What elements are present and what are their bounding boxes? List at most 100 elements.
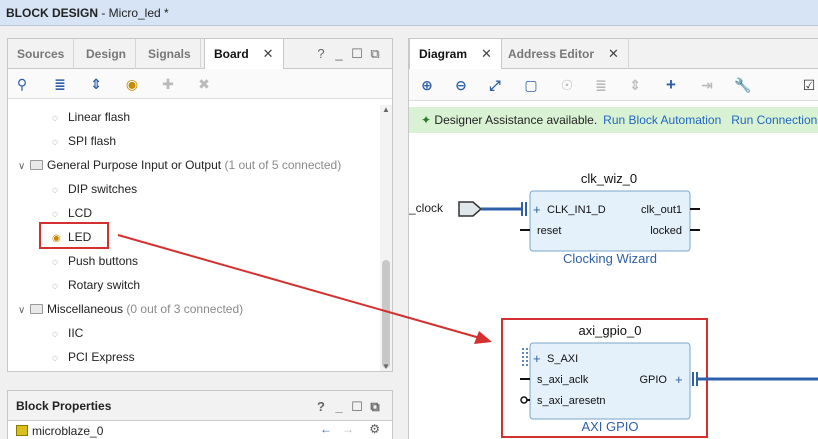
interface-icon: ◌ — [52, 257, 58, 268]
chevron-down-icon[interactable]: ∨ — [18, 155, 30, 179]
minimize-icon[interactable]: _ — [330, 46, 348, 61]
port-clk-out1: clk_out1 — [641, 204, 682, 216]
close-icon[interactable]: ✕ — [608, 46, 619, 61]
board-toolbar: ⚲ ≣ ⇕ ◉ ✚ ✖ — [8, 69, 392, 99]
designer-assistance-banner: ✦ Designer Assistance available. Run Bloc… — [409, 107, 818, 133]
wand-icon: ✦ — [421, 113, 432, 127]
block-properties-row: microblaze_0 ← → ⚙ — [8, 421, 392, 439]
maximize-icon[interactable]: ☐ — [348, 46, 366, 62]
zoom-out-icon[interactable]: ⊖ — [451, 75, 471, 95]
folder-icon — [30, 160, 43, 170]
float-icon[interactable]: ⧉ — [366, 399, 384, 415]
external-port-icon[interactable] — [458, 201, 483, 217]
interface-icon: ◌ — [52, 281, 58, 292]
scroll-down-icon[interactable]: ▼ — [380, 362, 392, 371]
float-icon[interactable]: ⧉ — [366, 46, 384, 62]
interface-icon: ◌ — [52, 185, 58, 196]
left-tab-bar: Sources Design Signals Board ✕ ? _ ☐ ⧉ — [8, 39, 392, 70]
tab-address-editor[interactable]: Address Editor ✕ — [499, 39, 629, 69]
close-icon[interactable]: ✕ — [481, 46, 492, 61]
port-s-axi-aclk: s_axi_aclk — [537, 374, 589, 386]
folder-icon — [30, 304, 43, 314]
diagram-panel: Diagram ✕ Address Editor ✕ ⊕ ⊖ ⤢ ▢ ☉ ≣ ⇕ +… — [408, 38, 818, 439]
app-title: BLOCK DESIGN — [6, 6, 99, 20]
remove-interface-icon[interactable]: ✖ — [194, 74, 214, 94]
interface-icon: ◌ — [52, 137, 58, 148]
expand-port-icon[interactable]: + — [675, 372, 683, 387]
window-controls: ? _ ☐ ⧉ — [312, 399, 384, 415]
tree-item-pci-express[interactable]: ◌ PCI Express — [52, 345, 135, 369]
zoom-fit-icon[interactable]: ⤢ — [485, 75, 505, 95]
tree-item-gpio-group[interactable]: ∨ General Purpose Input or Output (1 out … — [18, 153, 341, 177]
center-icon[interactable]: ☉ — [557, 75, 577, 95]
tree-item-misc-group[interactable]: ∨ Miscellaneous (0 out of 3 connected) — [18, 297, 243, 321]
expand-port-icon[interactable]: + — [533, 202, 541, 217]
expand-port-icon[interactable]: + — [533, 351, 541, 366]
tree-item-spi-flash[interactable]: ◌ SPI flash — [52, 129, 116, 153]
add-interface-icon[interactable]: ✚ — [158, 74, 178, 94]
tab-diagram[interactable]: Diagram ✕ — [409, 39, 502, 70]
expand-all-icon[interactable]: ⇕ — [86, 74, 106, 94]
diagram-tab-bar: Diagram ✕ Address Editor ✕ — [409, 39, 818, 70]
tab-design[interactable]: Design — [77, 39, 137, 69]
block-name-axi-gpio: axi_gpio_0 — [579, 323, 642, 338]
collapse-all-icon[interactable]: ≣ — [50, 74, 70, 94]
block-properties-panel: Block Properties ? _ ☐ ⧉ microblaze_0 ← → ⚙ — [7, 390, 393, 439]
minimize-icon[interactable]: _ — [330, 399, 348, 414]
diagram-canvas[interactable]: _clock clk_wiz_0 + CLK_IN1_D reset clk_o… — [408, 133, 818, 439]
zoom-in-icon[interactable]: ⊕ — [417, 75, 437, 95]
banner-text: Designer Assistance available. — [434, 113, 598, 127]
diagram-toolbar: ⊕ ⊖ ⤢ ▢ ☉ ≣ ⇕ + ⇥ 🔧 ☑ — [409, 69, 818, 101]
tree-item-push-buttons[interactable]: ◌ Push buttons — [52, 249, 138, 273]
maximize-icon[interactable]: ☐ — [348, 399, 366, 415]
tab-signals[interactable]: Signals — [139, 39, 201, 69]
port-gpio: GPIO — [639, 374, 667, 386]
tab-sources[interactable]: Sources — [8, 39, 75, 69]
wrench-icon[interactable]: 🔧 — [733, 75, 753, 95]
scrollbar-thumb[interactable] — [382, 260, 390, 368]
block-subtitle-clocking-wizard: Clocking Wizard — [563, 251, 657, 266]
tab-board[interactable]: Board ✕ — [204, 39, 284, 70]
expand-icon[interactable]: ⇕ — [625, 75, 645, 95]
diagram-svg: _clock clk_wiz_0 + CLK_IN1_D reset clk_o… — [408, 171, 818, 438]
document-title: - Micro_led * — [98, 6, 169, 20]
gear-icon[interactable]: ⚙ — [369, 422, 380, 436]
validate-icon[interactable]: ☑ — [799, 75, 818, 95]
make-external-icon[interactable]: ⇥ — [697, 75, 717, 95]
interface-icon: ◌ — [52, 113, 58, 124]
collapse-icon[interactable]: ≣ — [591, 75, 611, 95]
window-controls: ? _ ☐ ⧉ — [312, 46, 384, 62]
search-icon[interactable]: ⚲ — [12, 74, 32, 94]
window-title-bar: BLOCK DESIGN - Micro_led * — [0, 0, 818, 26]
forward-arrow-icon[interactable]: → — [342, 422, 354, 436]
run-connection-automation-link[interactable]: Run Connection Automation — [731, 113, 818, 127]
scroll-up-icon[interactable]: ▲ — [380, 105, 392, 114]
help-icon[interactable]: ? — [312, 399, 330, 414]
block-properties-header: Block Properties ? _ ☐ ⧉ — [8, 391, 392, 421]
tree-item-rotary-switch[interactable]: ◌ Rotary switch — [52, 273, 140, 297]
led-highlight-box — [39, 222, 109, 249]
zoom-area-icon[interactable]: ▢ — [521, 75, 541, 95]
help-icon[interactable]: ? — [312, 46, 330, 61]
back-arrow-icon[interactable]: ← — [320, 422, 332, 436]
block-subtitle-axi-gpio: AXI GPIO — [581, 419, 638, 434]
ip-block-icon — [16, 425, 28, 436]
port-clk-in1-d: CLK_IN1_D — [547, 204, 606, 216]
clk-wiz-block[interactable] — [529, 190, 691, 252]
tree-item-iic[interactable]: ◌ IIC — [52, 321, 83, 345]
port-s-axi: S_AXI — [547, 353, 578, 365]
interface-icon: ◌ — [52, 329, 58, 340]
tree-scrollbar[interactable]: ▲ ▼ — [380, 105, 392, 371]
external-port-label: _clock — [409, 201, 444, 215]
run-block-automation-link[interactable]: Run Block Automation — [603, 113, 721, 127]
interface-icon: ◌ — [52, 353, 58, 364]
tree-item-dip-switches[interactable]: ◌ DIP switches — [52, 177, 137, 201]
board-panel: Sources Design Signals Board ✕ ? _ ☐ ⧉ ⚲ ≣ ⇕… — [7, 38, 393, 372]
tree-item-linear-flash[interactable]: ◌ Linear flash — [52, 105, 130, 129]
connect-board-icon[interactable]: ◉ — [122, 74, 142, 94]
add-ip-icon[interactable]: + — [661, 75, 681, 95]
close-icon[interactable]: ✕ — [263, 46, 274, 61]
chevron-down-icon[interactable]: ∨ — [18, 299, 30, 323]
block-name-clk-wiz: clk_wiz_0 — [581, 171, 637, 186]
port-reset: reset — [537, 225, 561, 237]
